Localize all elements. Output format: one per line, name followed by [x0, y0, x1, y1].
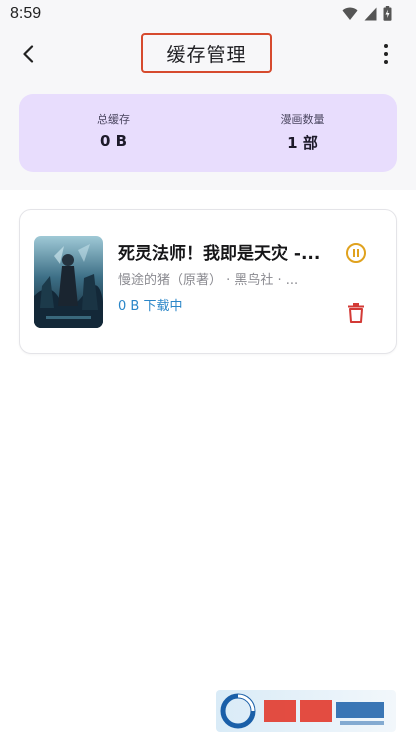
total-cache-stat: 总缓存 0 B	[19, 111, 208, 150]
comic-cover-image	[34, 236, 103, 328]
cache-stats-card: 总缓存 0 B 漫画数量 1 部	[19, 94, 397, 172]
total-cache-label: 总缓存	[97, 113, 130, 126]
download-status: 0 B 下载中	[118, 299, 183, 314]
more-options-button[interactable]	[378, 38, 394, 70]
back-button[interactable]	[12, 38, 44, 70]
trash-icon	[348, 303, 364, 323]
more-vertical-icon-dot	[384, 60, 388, 64]
comic-count-stat: 漫画数量 1 部	[208, 111, 397, 153]
wifi-icon	[342, 7, 358, 20]
pause-button[interactable]	[345, 242, 367, 264]
watermark-logo	[216, 690, 396, 732]
status-time: 8:59	[10, 5, 42, 22]
page-title: 缓存管理	[141, 33, 272, 73]
status-icons	[342, 6, 392, 21]
total-cache-value: 0 B	[99, 132, 128, 150]
signal-icon	[364, 7, 377, 20]
app-bar: 缓存管理	[0, 30, 416, 80]
download-item-card[interactable]: 死灵法师！我即是天灾 -... 慢途的猪（原著） · 黑鸟社 · ... 0 B…	[19, 209, 397, 354]
comic-title: 死灵法师！我即是天灾 -...	[118, 244, 321, 264]
comic-meta: 慢途的猪（原著） · 黑鸟社 · ...	[118, 273, 299, 288]
more-vertical-icon-dot	[384, 44, 388, 48]
comic-count-value: 1 部	[287, 134, 318, 152]
battery-icon	[383, 6, 392, 21]
delete-button[interactable]	[346, 302, 366, 324]
more-vertical-icon-dot	[384, 52, 388, 56]
comic-count-label: 漫画数量	[280, 113, 325, 126]
status-bar: 8:59	[0, 0, 416, 30]
arrow-back-icon	[23, 45, 34, 63]
pause-circle-icon	[346, 243, 366, 263]
